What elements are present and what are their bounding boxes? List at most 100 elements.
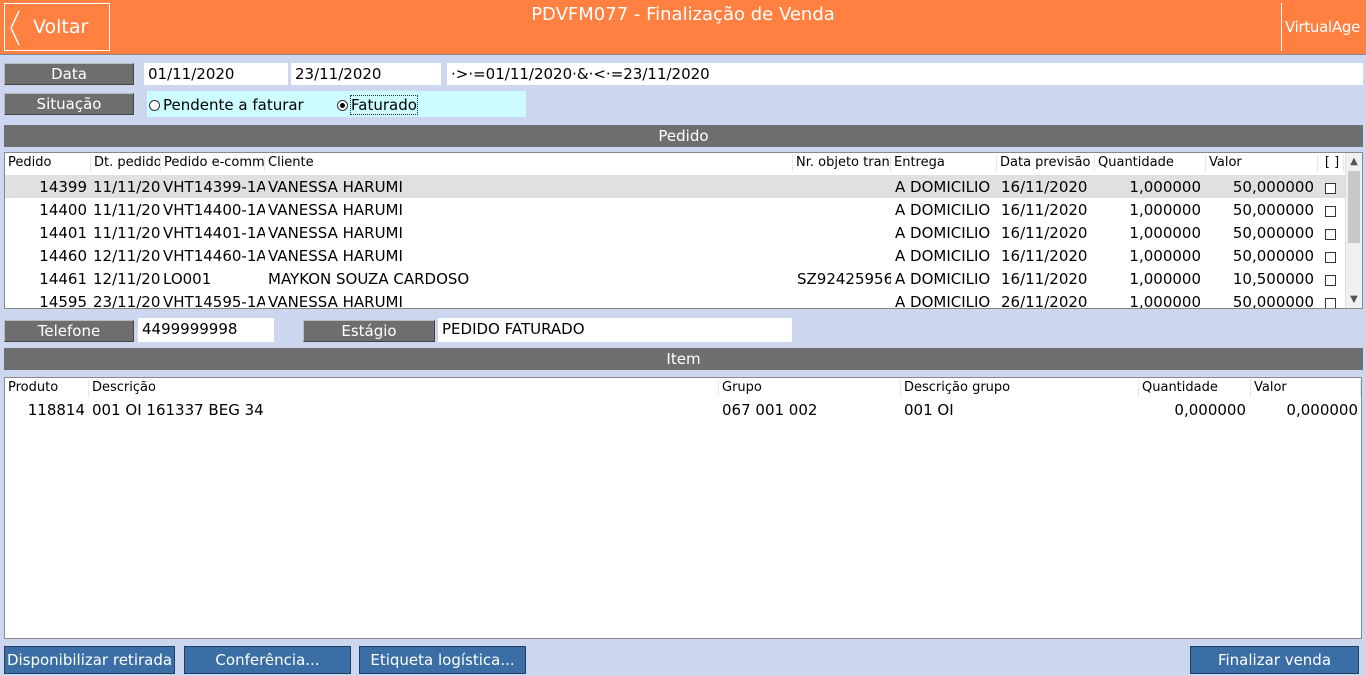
cell-valor: 50,000000 xyxy=(1232,247,1314,265)
cell-valor: 50,000000 xyxy=(1232,224,1314,242)
cell-previsao: 16/11/2020 xyxy=(1001,247,1088,265)
radio-pending-label: Pendente a faturar xyxy=(163,96,304,114)
col-nr-objeto[interactable]: Nr. objeto tran xyxy=(793,155,891,172)
col-data-previsao[interactable]: Data previsão e xyxy=(997,155,1095,172)
cell-qtd: 1,000000 xyxy=(1129,178,1201,196)
row-checkbox-cell xyxy=(1325,295,1339,308)
cell-valor: 50,000000 xyxy=(1232,178,1314,196)
cell-ecom: VHT14460-1A xyxy=(163,247,265,265)
cell-cliente: VANESSA HARUMI xyxy=(268,293,403,309)
radio-circle xyxy=(149,99,160,111)
cell-pedido: 14460 xyxy=(39,247,87,265)
table-row[interactable]: 14401 11/11/2020VHT14401-1AVANESSA HARUMI… xyxy=(5,221,1362,244)
title-bar: Voltar PDVFM077 - Finalização de Venda V… xyxy=(0,0,1366,55)
cell-dt: 11/11/2020 xyxy=(93,178,161,196)
cell-previsao: 16/11/2020 xyxy=(1001,178,1088,196)
row-checkbox[interactable] xyxy=(1325,275,1336,286)
row-checkbox[interactable] xyxy=(1325,298,1336,308)
orders-scrollbar[interactable]: ▲ ▼ xyxy=(1345,153,1362,308)
cell-qtd: 1,000000 xyxy=(1129,293,1201,309)
cell-entrega: A DOMICILIO xyxy=(895,293,991,309)
col-descricao[interactable]: Descrição xyxy=(89,380,719,397)
scroll-thumb[interactable] xyxy=(1348,171,1360,243)
row-checkbox-cell xyxy=(1325,249,1339,267)
cell-ecom: VHT14399-1A xyxy=(163,178,265,196)
date-label: Data xyxy=(4,63,134,85)
row-checkbox[interactable] xyxy=(1325,252,1336,263)
items-table[interactable]: Produto Descrição Grupo Descrição grupo … xyxy=(4,377,1362,639)
cell-entrega: A DOMICILIO xyxy=(895,201,991,219)
cell-ecom: LO001 xyxy=(163,270,212,288)
row-checkbox[interactable] xyxy=(1325,229,1336,240)
cell-ecom: VHT14595-1A xyxy=(163,293,265,309)
col-entrega[interactable]: Entrega xyxy=(891,155,997,172)
table-row[interactable]: 14460 12/11/2020VHT14460-1AVANESSA HARUMI… xyxy=(5,244,1362,267)
table-row[interactable]: 14399 11/11/2020VHT14399-1AVANESSA HARUMI… xyxy=(5,175,1362,198)
col-pedido-ecommerce[interactable]: Pedido e-comme xyxy=(161,155,265,172)
make-available-button[interactable]: Disponibilizar retirada xyxy=(4,646,175,674)
col-quantidade[interactable]: Quantidade xyxy=(1095,155,1206,172)
cell-dt: 11/11/2020 xyxy=(93,224,161,242)
item-row[interactable]: 118814 001 OI 161337 BEG 34 067 001 002 001… xyxy=(5,398,1361,421)
col-item-valor[interactable]: Valor xyxy=(1251,380,1361,397)
cell-valor: 50,000000 xyxy=(1232,293,1314,309)
date-expression-field[interactable]: ·>·=01/11/2020·&·<·=23/11/2020 xyxy=(447,63,1363,85)
logistic-label-button[interactable]: Etiqueta logística... xyxy=(359,646,526,674)
cell-dt: 12/11/2020 xyxy=(93,247,161,265)
table-row[interactable]: 14400 11/11/2020VHT14400-1AVANESSA HARUMI… xyxy=(5,198,1362,221)
cell-ecom: VHT14400-1A xyxy=(163,201,265,219)
cell-cliente: VANESSA HARUMI xyxy=(268,247,403,265)
row-checkbox-cell xyxy=(1325,203,1339,221)
make-available-label: Disponibilizar retirada xyxy=(6,651,173,669)
col-check[interactable]: [ ] xyxy=(1318,155,1344,172)
conference-button[interactable]: Conferência... xyxy=(184,646,351,674)
stage-field[interactable]: PEDIDO FATURADO xyxy=(438,318,792,342)
cell-valor: 50,000000 xyxy=(1232,201,1314,219)
col-descricao-grupo[interactable]: Descrição grupo xyxy=(901,380,1139,397)
cell-entrega: A DOMICILIO xyxy=(895,224,991,242)
cell-cliente: VANESSA HARUMI xyxy=(268,201,403,219)
table-row[interactable]: 14595 23/11/2020VHT14595-1AVANESSA HARUMI… xyxy=(5,290,1362,309)
col-cliente[interactable]: Cliente xyxy=(265,155,793,172)
item-cell-valor: 0,000000 xyxy=(1286,401,1358,419)
date-to-field[interactable]: 23/11/2020 xyxy=(291,63,441,85)
cell-valor: 10,500000 xyxy=(1232,270,1314,288)
table-row[interactable]: 14461 12/11/2020LO001 MAYKON SOUZA CARDOSO… xyxy=(5,267,1362,290)
row-checkbox[interactable] xyxy=(1325,206,1336,217)
cell-dt: 23/11/2020 xyxy=(93,293,161,309)
cell-pedido: 14401 xyxy=(39,224,87,242)
cell-objeto: SZ92425956 xyxy=(797,270,891,288)
scroll-up-icon[interactable]: ▲ xyxy=(1346,153,1362,170)
finalize-sale-button[interactable]: Finalizar venda xyxy=(1190,646,1359,674)
phone-field[interactable]: 4499999998 xyxy=(138,318,274,342)
cell-pedido: 14400 xyxy=(39,201,87,219)
cell-cliente: VANESSA HARUMI xyxy=(268,224,403,242)
col-grupo[interactable]: Grupo xyxy=(719,380,901,397)
col-pedido[interactable]: Pedido xyxy=(5,155,91,172)
items-table-header: Produto Descrição Grupo Descrição grupo … xyxy=(5,378,1361,399)
radio-invoiced[interactable]: Faturado xyxy=(337,95,418,115)
radio-invoiced-label: Faturado xyxy=(350,95,418,115)
scroll-down-icon[interactable]: ▼ xyxy=(1346,291,1362,308)
cell-dt: 12/11/2020 xyxy=(93,270,161,288)
items-section-header: Item xyxy=(4,348,1363,370)
date-from-field[interactable]: 01/11/2020 xyxy=(144,63,288,85)
row-checkbox-cell xyxy=(1325,180,1339,198)
item-cell-produto: 118814 xyxy=(27,401,85,419)
row-checkbox-cell xyxy=(1325,226,1339,244)
radio-pending[interactable]: Pendente a faturar xyxy=(149,96,304,114)
cell-qtd: 1,000000 xyxy=(1129,270,1201,288)
col-valor[interactable]: Valor xyxy=(1206,155,1318,172)
item-cell-descricao: 001 OI 161337 BEG 34 xyxy=(92,401,264,419)
orders-table[interactable]: Pedido Dt. pedido Pedido e-comme Cliente… xyxy=(4,152,1363,309)
cell-qtd: 1,000000 xyxy=(1129,201,1201,219)
col-dt-pedido[interactable]: Dt. pedido xyxy=(91,155,161,172)
cell-cliente: VANESSA HARUMI xyxy=(268,178,403,196)
col-produto[interactable]: Produto xyxy=(5,380,89,397)
cell-previsao: 16/11/2020 xyxy=(1001,201,1088,219)
cell-ecom: VHT14401-1A xyxy=(163,224,265,242)
row-checkbox[interactable] xyxy=(1325,183,1336,194)
stage-label: Estágio xyxy=(303,320,435,342)
orders-table-header: Pedido Dt. pedido Pedido e-comme Cliente… xyxy=(5,153,1362,174)
col-item-quantidade[interactable]: Quantidade xyxy=(1139,380,1251,397)
